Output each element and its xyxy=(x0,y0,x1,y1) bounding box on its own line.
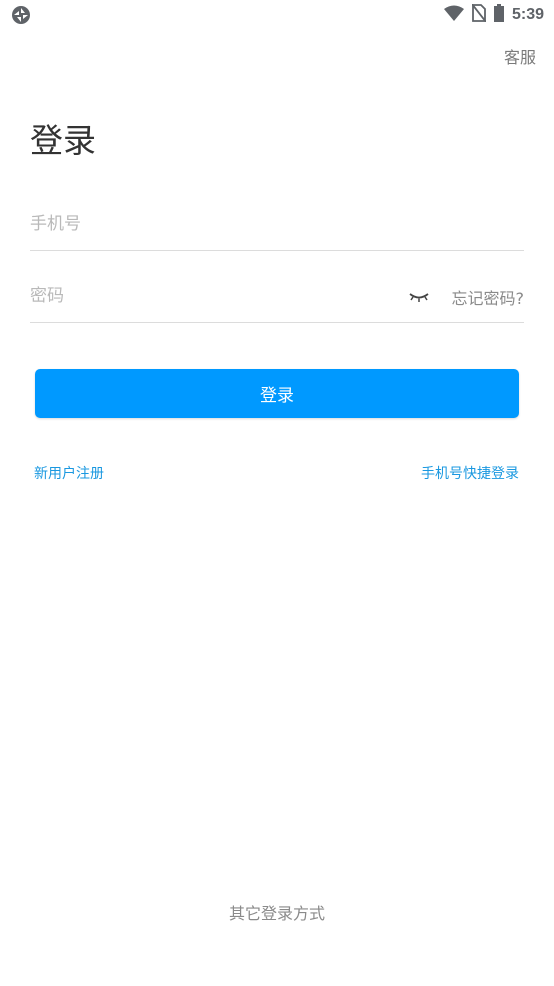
status-time: 5:39 xyxy=(511,6,544,23)
register-link[interactable]: 新用户注册 xyxy=(34,463,104,483)
phone-input[interactable] xyxy=(30,200,370,248)
page-title: 登录 xyxy=(30,121,96,160)
phone-field xyxy=(30,200,524,251)
quick-login-link[interactable]: 手机号快捷登录 xyxy=(421,463,519,483)
password-field: 忘记密码? xyxy=(30,272,524,323)
login-screen: 5:39 客服 登录 忘记密码? 登录 新用户注册 手机号快捷登录 其它登录方式 xyxy=(0,0,554,986)
forgot-password-link[interactable]: 忘记密码? xyxy=(452,285,525,309)
app-notification-icon xyxy=(10,4,32,26)
eye-closed-icon[interactable] xyxy=(408,287,430,305)
other-login-methods[interactable]: 其它登录方式 xyxy=(0,900,554,924)
customer-service-link[interactable]: 客服 xyxy=(504,44,536,68)
battery-icon xyxy=(493,4,504,26)
status-bar: 5:39 xyxy=(0,0,554,30)
no-sim-icon xyxy=(471,3,487,26)
status-icons: 5:39 xyxy=(443,0,544,30)
wifi-icon xyxy=(443,5,464,25)
login-button[interactable]: 登录 xyxy=(35,369,519,418)
password-input[interactable] xyxy=(30,272,370,320)
